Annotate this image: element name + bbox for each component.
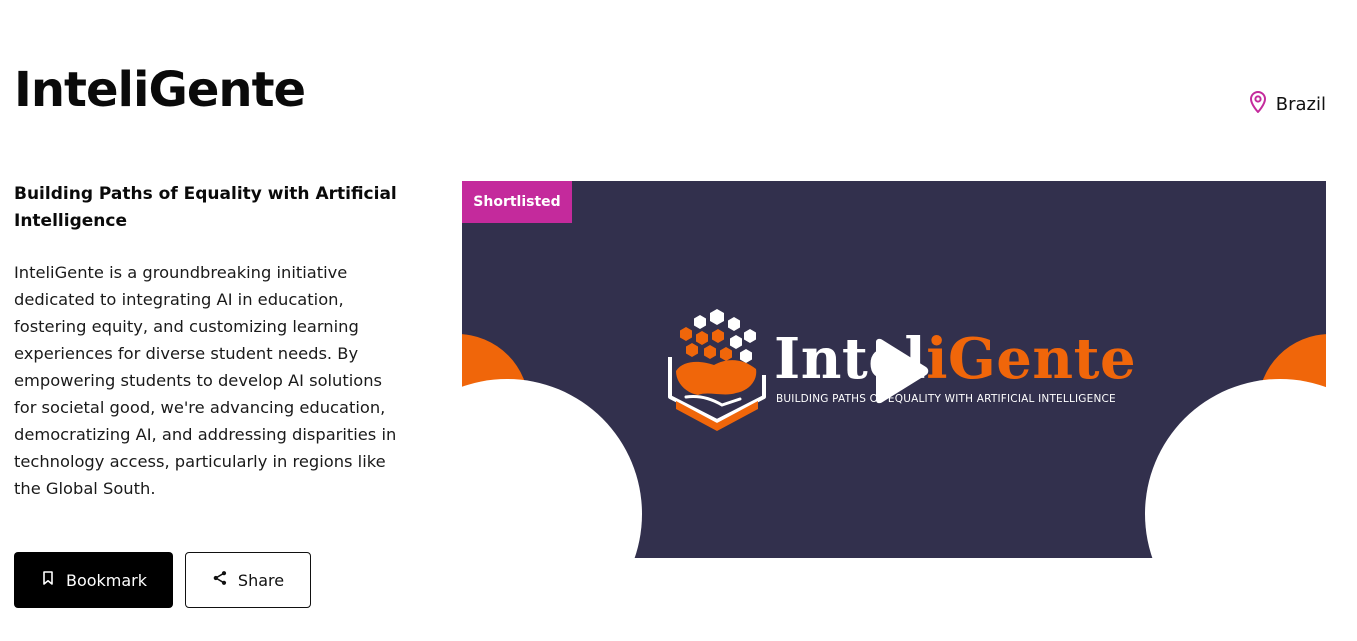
location: Brazil (1248, 90, 1326, 119)
share-button-label: Share (237, 570, 285, 590)
inteligente-logo-emblem-icon (668, 309, 766, 431)
share-icon (212, 570, 228, 590)
map-pin-icon (1248, 90, 1268, 119)
video-player[interactable]: Shortlisted InteliGente BUILDING PATHS O… (462, 181, 1326, 558)
location-label: Brazil (1275, 94, 1326, 115)
page-title: InteliGente (14, 62, 306, 118)
shortlisted-badge: Shortlisted (462, 181, 572, 223)
play-icon[interactable] (870, 338, 930, 404)
video-logo-wordmark: InteliGente (774, 327, 1136, 391)
bookmark-button[interactable]: Bookmark (14, 552, 173, 608)
bookmark-button-label: Bookmark (65, 570, 148, 590)
logo-word-part2: iGente (926, 326, 1137, 392)
video-logo-tagline: BUILDING PATHS OF EQUALITY WITH ARTIFICI… (776, 393, 1116, 405)
project-description: InteliGente is a groundbreaking initiati… (14, 263, 397, 498)
shortlisted-badge-label: Shortlisted (473, 194, 561, 210)
share-button[interactable]: Share (185, 552, 311, 608)
project-subtitle: Building Paths of Equality with Artifici… (14, 184, 397, 231)
bookmark-icon (40, 570, 56, 590)
